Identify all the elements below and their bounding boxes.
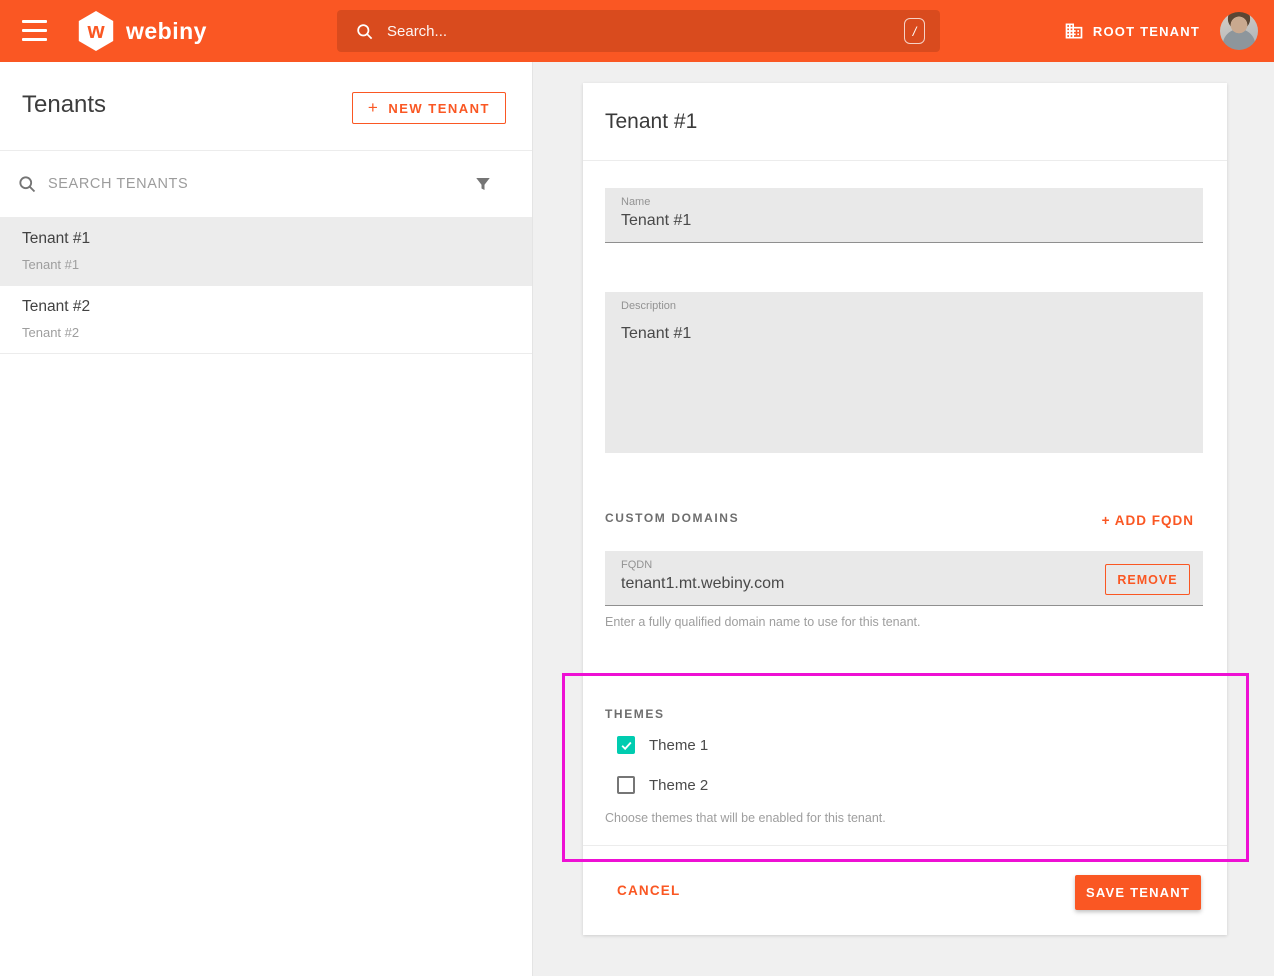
page-title: Tenants bbox=[22, 91, 106, 119]
tenant-list-item[interactable]: Tenant #1 Tenant #1 bbox=[0, 218, 532, 286]
tenant-list-item[interactable]: Tenant #2 Tenant #2 bbox=[0, 286, 532, 354]
root-tenant-label: ROOT TENANT bbox=[1093, 24, 1200, 39]
plus-icon: + bbox=[368, 98, 379, 118]
webiny-logo[interactable]: w webiny bbox=[76, 11, 207, 51]
tenant-details-card: Tenant #1 Name Tenant #1 Description Ten… bbox=[583, 83, 1227, 935]
checkmark-icon bbox=[620, 739, 633, 752]
description-field-label: Description bbox=[621, 300, 1187, 312]
theme-2-label: Theme 2 bbox=[649, 777, 708, 794]
name-field[interactable]: Name Tenant #1 bbox=[605, 188, 1203, 243]
tenant-item-name: Tenant #1 bbox=[22, 230, 532, 248]
description-field[interactable]: Description Tenant #1 bbox=[605, 292, 1203, 453]
menu-icon[interactable] bbox=[22, 20, 47, 41]
global-search-input[interactable]: Search... / bbox=[337, 10, 940, 52]
tenant-form-title: Tenant #1 bbox=[605, 110, 697, 134]
tenant-search-placeholder: SEARCH TENANTS bbox=[48, 176, 188, 192]
tenant-item-name: Tenant #2 bbox=[22, 298, 532, 316]
logo-letter: w bbox=[87, 20, 104, 42]
name-field-label: Name bbox=[621, 196, 1187, 208]
webiny-logo-icon: w bbox=[76, 11, 116, 51]
filter-icon[interactable] bbox=[474, 174, 492, 199]
theme-2-checkbox[interactable] bbox=[617, 776, 635, 794]
tenant-item-description: Tenant #2 bbox=[22, 325, 532, 340]
global-search-placeholder: Search... bbox=[387, 23, 447, 40]
search-icon bbox=[17, 174, 37, 199]
themes-helper-text: Choose themes that will be enabled for t… bbox=[605, 811, 886, 825]
card-header: Tenant #1 bbox=[583, 83, 1227, 161]
root-tenant-button[interactable]: ROOT TENANT bbox=[1064, 0, 1200, 62]
search-icon bbox=[355, 22, 374, 41]
name-field-value: Tenant #1 bbox=[621, 212, 1187, 230]
fqdn-helper-text: Enter a fully qualified domain name to u… bbox=[605, 615, 920, 629]
tenants-sidebar: Tenants + NEW TENANT SEARCH TENANTS Tena… bbox=[0, 62, 533, 976]
cancel-button[interactable]: CANCEL bbox=[617, 883, 680, 898]
themes-section-label: THEMES bbox=[605, 707, 665, 721]
new-tenant-button[interactable]: + NEW TENANT bbox=[352, 92, 506, 124]
theme-1-label: Theme 1 bbox=[649, 737, 708, 754]
sidebar-header: Tenants + NEW TENANT bbox=[0, 62, 532, 151]
building-icon bbox=[1064, 21, 1084, 41]
add-fqdn-button[interactable]: + ADD FQDN bbox=[1102, 513, 1194, 528]
theme-1-checkbox[interactable] bbox=[617, 736, 635, 754]
logo-text: webiny bbox=[126, 18, 207, 45]
fqdn-field[interactable]: FQDN tenant1.mt.webiny.com REMOVE bbox=[605, 551, 1203, 606]
description-field-value: Tenant #1 bbox=[621, 325, 1187, 343]
tenant-search-bar[interactable]: SEARCH TENANTS bbox=[0, 151, 532, 218]
fqdn-field-value: tenant1.mt.webiny.com bbox=[621, 575, 1187, 593]
app-header: w webiny Search... / ROOT TENANT bbox=[0, 0, 1274, 62]
custom-domains-section-label: CUSTOM DOMAINS bbox=[605, 511, 739, 525]
search-shortcut-badge: / bbox=[904, 18, 925, 44]
theme-option-2[interactable]: Theme 2 bbox=[617, 776, 708, 794]
tenant-item-description: Tenant #1 bbox=[22, 257, 532, 272]
remove-fqdn-button[interactable]: REMOVE bbox=[1105, 564, 1190, 595]
card-footer: CANCEL SAVE TENANT bbox=[583, 846, 1227, 935]
save-tenant-button[interactable]: SAVE TENANT bbox=[1075, 875, 1201, 910]
new-tenant-label: NEW TENANT bbox=[388, 101, 490, 116]
theme-option-1[interactable]: Theme 1 bbox=[617, 736, 708, 754]
user-avatar[interactable] bbox=[1220, 12, 1258, 50]
fqdn-field-label: FQDN bbox=[621, 559, 1187, 571]
